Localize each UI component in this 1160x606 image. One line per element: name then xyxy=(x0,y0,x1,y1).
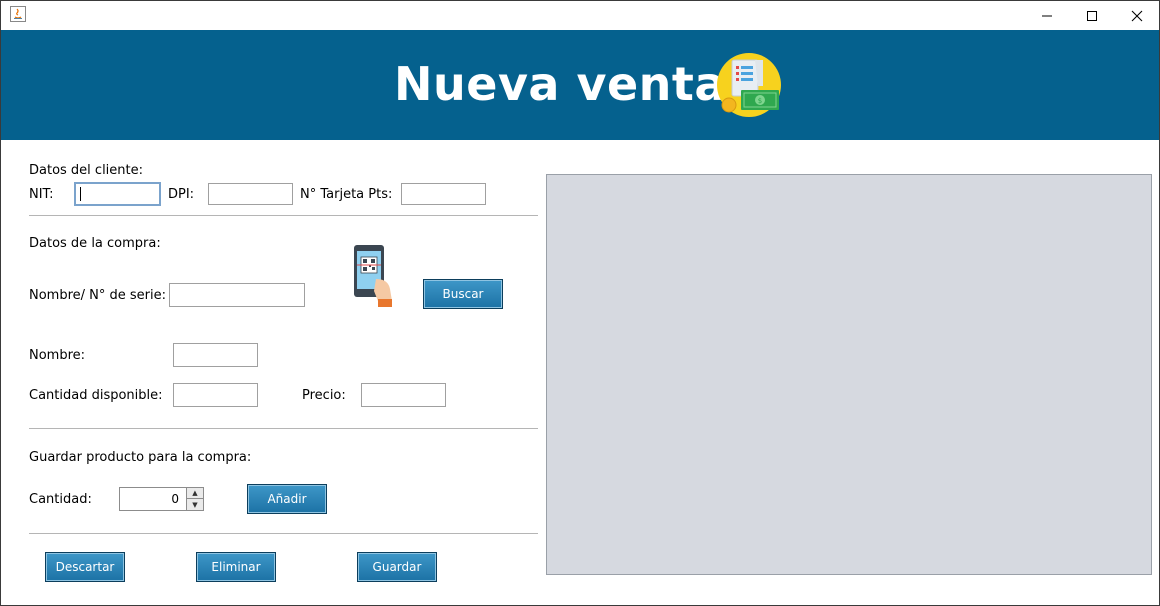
header-banner: Nueva venta $ xyxy=(1,30,1159,140)
separator xyxy=(29,533,538,534)
close-icon xyxy=(1131,10,1143,21)
tarjeta-field[interactable] xyxy=(401,183,486,205)
text-caret xyxy=(80,187,81,201)
products-table-area[interactable] xyxy=(546,174,1152,575)
spinner-down-icon[interactable]: ▼ xyxy=(187,499,203,510)
nombre-label: Nombre: xyxy=(29,348,86,363)
spinner-buttons: ▲ ▼ xyxy=(186,488,203,510)
cantidad-spinner[interactable]: 0 ▲ ▼ xyxy=(119,487,204,511)
dpi-field[interactable] xyxy=(208,183,293,205)
precio-label: Precio: xyxy=(302,388,346,403)
nombre-serie-label: Nombre/ N° de serie: xyxy=(29,288,167,303)
guardar-button[interactable]: Guardar xyxy=(357,552,437,582)
spinner-up-icon[interactable]: ▲ xyxy=(187,488,203,499)
minimize-button[interactable] xyxy=(1024,1,1070,30)
receipt-money-icon: $ xyxy=(717,53,781,117)
title-bar xyxy=(1,1,1159,30)
cliente-section-label: Datos del cliente: xyxy=(29,163,144,178)
main-window: Nueva venta $ Datos del cliente: NIT: DP… xyxy=(0,0,1160,606)
guardar-producto-section-label: Guardar producto para la compra: xyxy=(29,450,252,465)
cantidad-disponible-field[interactable] xyxy=(173,383,258,407)
nit-field[interactable] xyxy=(74,182,161,206)
tarjeta-label: N° Tarjeta Pts: xyxy=(300,187,393,202)
anadir-button[interactable]: Añadir xyxy=(247,484,327,514)
descartar-button[interactable]: Descartar xyxy=(45,552,125,582)
eliminar-button[interactable]: Eliminar xyxy=(196,552,276,582)
nit-label: NIT: xyxy=(29,187,54,202)
dpi-label: DPI: xyxy=(168,187,195,202)
close-button[interactable] xyxy=(1114,1,1160,30)
phone-qr-scan-icon xyxy=(354,245,392,307)
cantidad-spinner-value: 0 xyxy=(171,492,179,506)
maximize-icon xyxy=(1087,10,1097,21)
maximize-button[interactable] xyxy=(1069,1,1115,30)
cantidad-label: Cantidad: xyxy=(29,492,92,507)
minimize-icon xyxy=(1042,15,1052,16)
nombre-field[interactable] xyxy=(173,343,258,367)
svg-text:$: $ xyxy=(758,97,762,105)
separator xyxy=(29,215,538,216)
page-title: Nueva venta xyxy=(394,57,726,111)
java-app-icon xyxy=(10,6,26,22)
nombre-serie-field[interactable] xyxy=(169,283,305,307)
precio-field[interactable] xyxy=(361,383,446,407)
buscar-button[interactable]: Buscar xyxy=(423,279,503,309)
cantidad-disponible-label: Cantidad disponible: xyxy=(29,388,163,403)
separator xyxy=(29,428,538,429)
compra-section-label: Datos de la compra: xyxy=(29,236,161,251)
